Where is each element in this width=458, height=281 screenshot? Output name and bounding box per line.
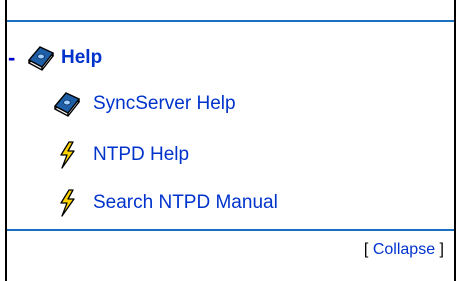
lightning-bolt-icon [51, 140, 83, 170]
tree-item-search-ntpd-manual[interactable]: Search NTPD Manual [51, 185, 278, 221]
tree-item-label[interactable]: Search NTPD Manual [93, 192, 278, 214]
collapse-toggle[interactable]: - [8, 47, 19, 69]
tree-item-ntpd-help[interactable]: NTPD Help [51, 137, 189, 173]
top-divider [7, 20, 454, 22]
lightning-bolt-icon [51, 188, 83, 218]
help-heading[interactable]: Help [61, 47, 102, 69]
bracket-open: [ [363, 241, 369, 258]
help-panel: - Help SyncServer Help NTPD Help Search … [5, 0, 456, 281]
collapse-link[interactable]: Collapse [373, 241, 435, 258]
help-book-icon [51, 89, 83, 119]
collapse-control: [ Collapse ] [364, 241, 444, 259]
help-book-icon [25, 43, 57, 73]
tree-item-syncserver-help[interactable]: SyncServer Help [51, 86, 236, 122]
bottom-divider [7, 229, 454, 231]
tree-item-label[interactable]: SyncServer Help [93, 93, 236, 115]
bracket-close: ] [439, 241, 444, 258]
help-tree-header[interactable]: - Help [7, 40, 102, 76]
tree-item-label[interactable]: NTPD Help [93, 144, 189, 166]
